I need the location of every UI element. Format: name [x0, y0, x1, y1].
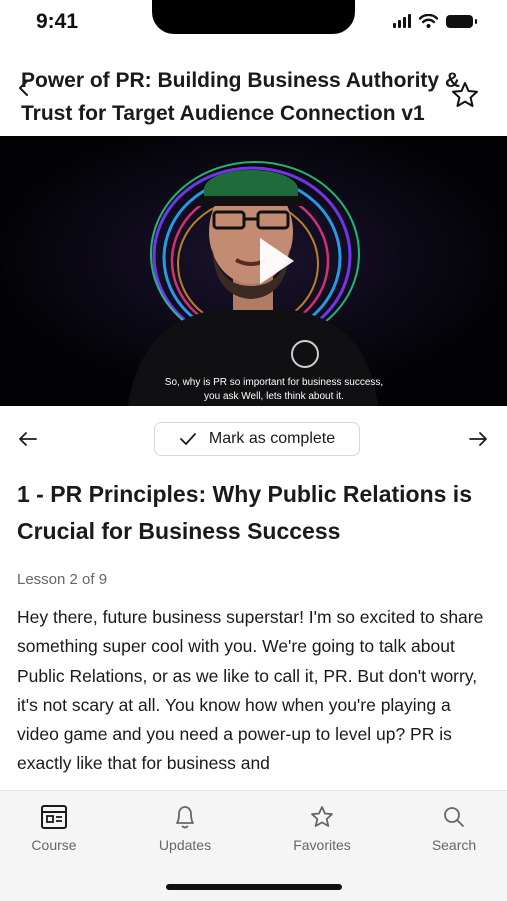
mark-complete-button[interactable]: Mark as complete	[154, 422, 360, 456]
device-notch	[152, 0, 355, 34]
tab-label: Course	[31, 837, 77, 853]
tab-label: Updates	[158, 837, 212, 853]
mark-complete-label: Mark as complete	[208, 430, 336, 447]
search-icon	[444, 807, 464, 827]
favorite-star-icon[interactable]	[450, 80, 480, 110]
tab-search[interactable]: Search	[409, 803, 499, 853]
checkmark-icon	[179, 433, 196, 445]
tab-label: Favorites	[293, 837, 351, 853]
tab-updates[interactable]: Updates	[140, 803, 230, 853]
play-icon[interactable]	[258, 236, 296, 286]
cellular-signal-icon	[393, 14, 411, 28]
status-bar: 9:41	[0, 0, 507, 48]
previous-lesson-arrow-icon[interactable]	[16, 427, 40, 451]
star-icon	[311, 806, 333, 827]
page-title: Power of PR: Building Business Authority…	[21, 69, 461, 125]
caption-line: So, why is PR so important for business …	[164, 377, 384, 388]
video-player[interactable]: So, why is PR so important for business …	[0, 136, 507, 406]
next-lesson-arrow-icon[interactable]	[466, 427, 490, 451]
bell-icon	[176, 806, 194, 829]
tab-favorites[interactable]: Favorites	[277, 803, 367, 853]
caption-line: you ask Well, lets think about it.	[204, 391, 344, 402]
lesson-count: Lesson 2 of 9	[17, 571, 108, 588]
lesson-nav: Mark as complete	[0, 418, 507, 460]
course-header: Power of PR: Building Business Authority…	[0, 58, 507, 136]
status-time: 9:41	[36, 10, 79, 33]
tab-label: Search	[431, 837, 477, 853]
home-indicator[interactable]	[166, 884, 342, 890]
status-icons	[393, 14, 477, 28]
lesson-body-text: Hey there, future business superstar! I'…	[17, 607, 484, 774]
video-caption: So, why is PR so important for business …	[124, 376, 424, 404]
wifi-icon	[419, 14, 438, 28]
tab-course[interactable]: Course	[9, 803, 99, 853]
course-icon	[41, 805, 67, 829]
battery-icon	[446, 14, 477, 28]
lesson-title: 1 - PR Principles: Why Public Relations …	[17, 481, 472, 544]
video-frame	[0, 136, 507, 406]
